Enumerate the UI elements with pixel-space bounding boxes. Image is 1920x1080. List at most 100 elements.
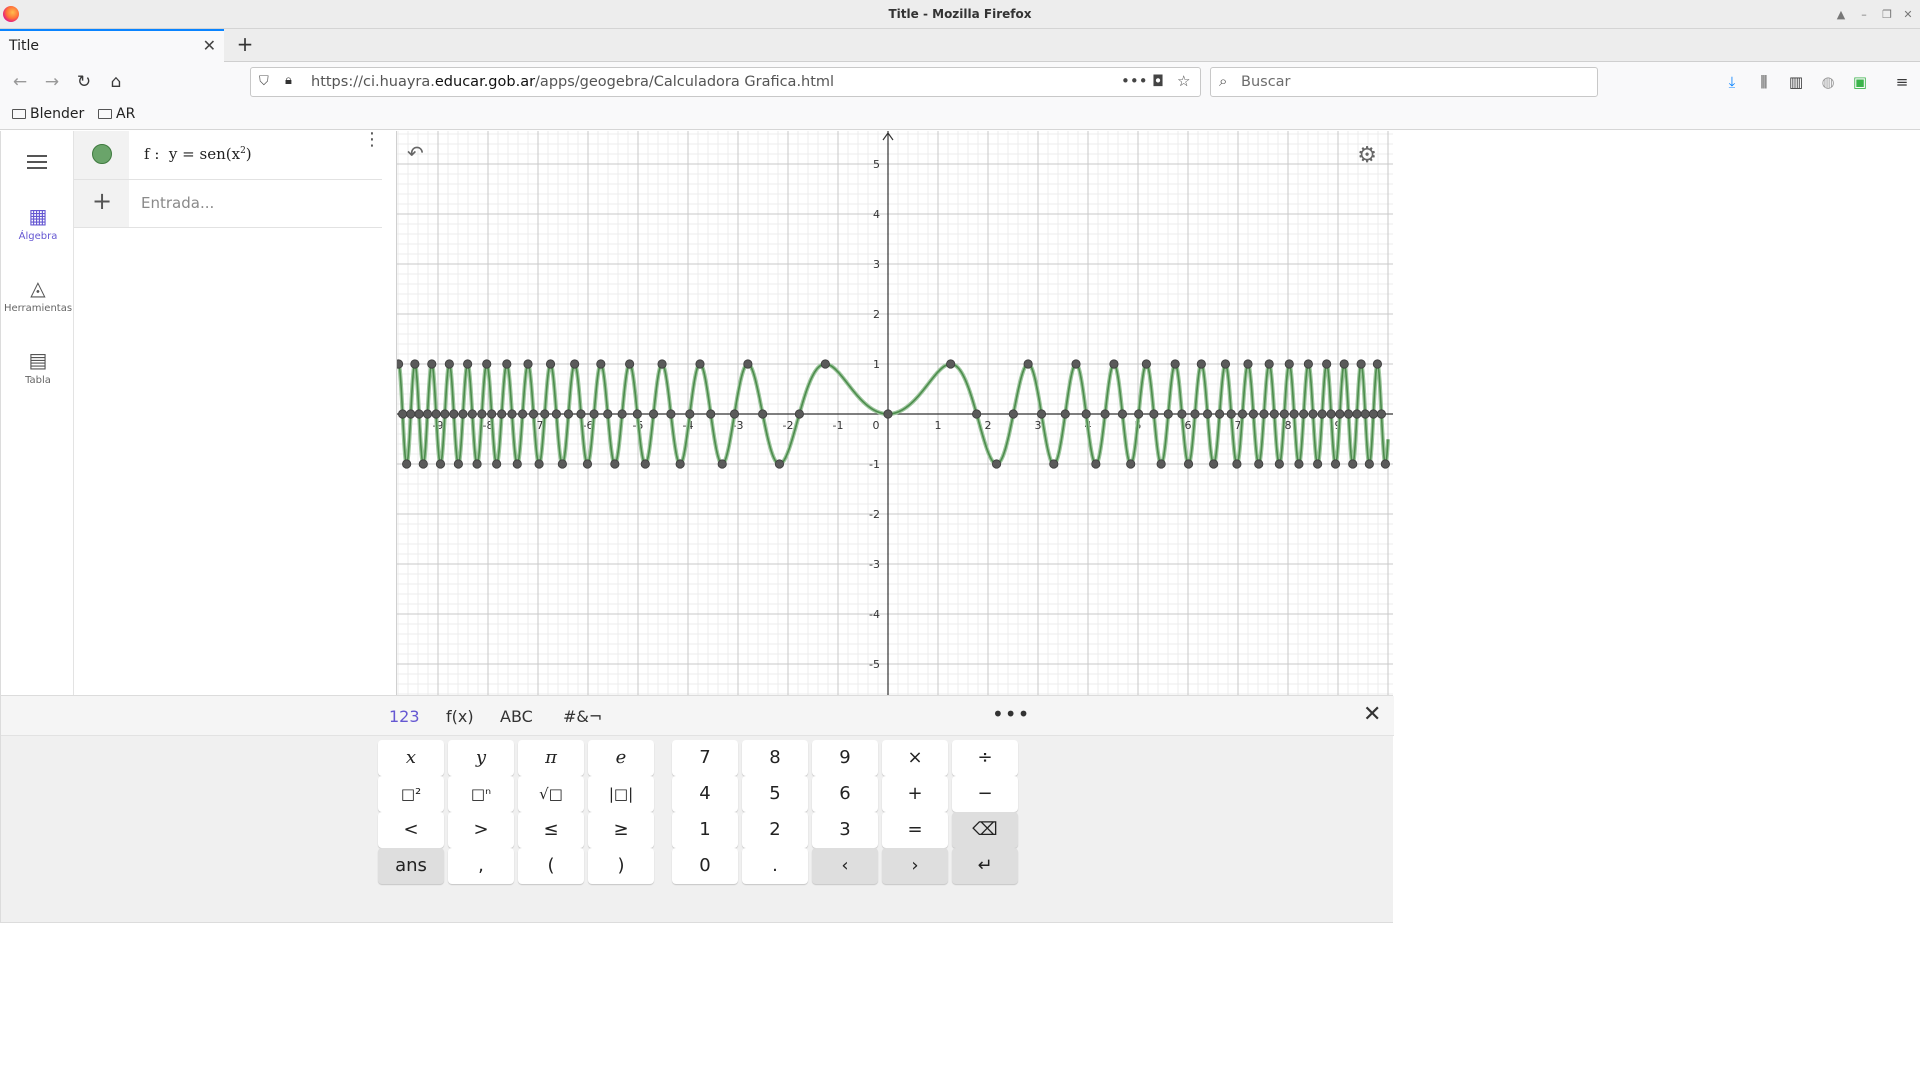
algebra-view: f : y = sen(x2) ⋮ + Entrada... [74, 131, 461, 695]
forward-button[interactable]: → [38, 68, 66, 96]
window-minimize-button[interactable]: – [1855, 6, 1873, 24]
tracking-shield-icon[interactable]: ⛉ [259, 74, 269, 89]
keyboard-tab-123[interactable]: 123 [389, 707, 420, 726]
home-button[interactable]: ⌂ [102, 68, 130, 96]
special-point [1303, 359, 1313, 369]
key-keyboard-right_rows-2-0[interactable]: 1 [672, 812, 738, 848]
sidebar-item-table[interactable]: ▤ Tabla [1, 348, 75, 386]
downloads-icon[interactable]: ⤓ [1720, 70, 1744, 94]
settings-gear-icon[interactable]: ⚙ [1357, 143, 1377, 168]
key-keyboard-left_rows-2-0[interactable]: < [378, 812, 444, 848]
x-tick-label: 3 [1035, 419, 1042, 432]
special-point [1170, 359, 1180, 369]
tab-close-icon[interactable]: ✕ [203, 36, 216, 55]
graphics-view[interactable]: -9 -8 -7 -6 -5 -4 -3 -2 -1 0 1 2 3 4 5 6 7 8 9 -5 -4 -3 -2 -1 1 2… [397, 131, 1393, 695]
key-keyboard-left_rows-2-3[interactable]: ≥ [588, 812, 654, 848]
key-keyboard-right_rows-3-2[interactable]: ‹ [812, 848, 878, 884]
item-menu-icon[interactable]: ⋮ [363, 131, 381, 149]
lock-icon[interactable]: 🔒︎ [285, 73, 292, 88]
main-menu-icon[interactable] [27, 155, 47, 173]
key-keyboard-right_rows-2-1[interactable]: 2 [742, 812, 808, 848]
key-keyboard-left_rows-1-0[interactable]: □² [378, 776, 444, 812]
key-keyboard-left_rows-1-3[interactable]: |□| [588, 776, 654, 812]
visibility-toggle-icon[interactable] [92, 144, 112, 164]
window-close-button[interactable]: ✕ [1899, 6, 1917, 24]
bookmark-ar[interactable]: AR [98, 106, 135, 122]
bookmark-blender[interactable]: Blender [12, 106, 84, 122]
key-keyboard-right_rows-1-1[interactable]: 5 [742, 776, 808, 812]
search-bar[interactable]: ⌕ Buscar [1210, 67, 1598, 97]
key-keyboard-left_rows-3-1[interactable]: , [448, 848, 514, 884]
key-keyboard-right_rows-1-0[interactable]: 4 [672, 776, 738, 812]
keyboard-tab-symbols[interactable]: #&¬ [563, 707, 602, 726]
sidebar-toggle-icon[interactable]: ▥ [1784, 70, 1808, 94]
key-keyboard-left_rows-0-0[interactable]: x [378, 740, 444, 776]
key-keyboard-left_rows-0-1[interactable]: y [448, 740, 514, 776]
bookmark-star-icon[interactable]: ☆ [1177, 72, 1190, 90]
key-keyboard-right_rows-1-4[interactable]: − [952, 776, 1018, 812]
key-keyboard-right_rows-3-3[interactable]: › [882, 848, 948, 884]
library-icon[interactable]: ⫼ [1752, 70, 1776, 94]
y-tick-label: -4 [869, 608, 880, 621]
keyboard-tab-functions[interactable]: f(x) [446, 707, 474, 726]
algebra-input[interactable]: Entrada... [141, 194, 214, 212]
new-tab-button[interactable]: + [232, 32, 258, 58]
back-button[interactable]: ← [6, 68, 34, 96]
input-marker: + [74, 180, 129, 227]
sidebar-item-algebra[interactable]: ▦ Álgebra [1, 204, 75, 242]
tab-title[interactable]: Title ✕ [0, 29, 224, 62]
url-bar[interactable]: ⛉ 🔒︎ https://ci.huayra.educar.gob.ar/app… [250, 67, 1201, 97]
extension-icon[interactable]: ▣ [1848, 70, 1872, 94]
key-keyboard-right_rows-2-3[interactable]: = [882, 812, 948, 848]
key-keyboard-right_rows-0-1[interactable]: 8 [742, 740, 808, 776]
algebra-item-f[interactable]: f : y = sen(x2) ⋮ [74, 131, 382, 180]
keyboard-close-icon[interactable]: ✕ [1363, 702, 1381, 727]
key-keyboard-right_rows-0-3[interactable]: × [882, 740, 948, 776]
page-actions-icon[interactable]: ••• [1121, 72, 1148, 90]
window-up-icon[interactable]: ▲ [1832, 6, 1850, 24]
undo-button[interactable]: ↶ [407, 141, 424, 165]
key-keyboard-left_rows-0-2[interactable]: π [518, 740, 584, 776]
key-keyboard-right_rows-2-4[interactable]: ⌫ [952, 812, 1018, 848]
algebra-input-row[interactable]: + Entrada... [74, 180, 382, 228]
key-keyboard-right_rows-3-1[interactable]: . [742, 848, 808, 884]
keyboard-tab-abc[interactable]: ABC [500, 707, 533, 726]
key-keyboard-right_rows-0-0[interactable]: 7 [672, 740, 738, 776]
special-point [946, 359, 956, 369]
function-definition[interactable]: f : y = sen(x2) [144, 145, 252, 163]
key-keyboard-left_rows-3-3[interactable]: ) [588, 848, 654, 884]
key-keyboard-left_rows-3-0[interactable]: ans [378, 848, 444, 884]
pocket-icon[interactable]: ◘ [1152, 72, 1164, 90]
key-keyboard-left_rows-2-2[interactable]: ≤ [518, 812, 584, 848]
key-keyboard-right_rows-1-2[interactable]: 6 [812, 776, 878, 812]
account-icon[interactable]: ◍ [1816, 70, 1840, 94]
add-icon[interactable]: + [92, 187, 112, 215]
url-text[interactable]: https://ci.huayra.educar.gob.ar/apps/geo… [311, 74, 834, 90]
key-keyboard-left_rows-2-1[interactable]: > [448, 812, 514, 848]
special-point [1091, 459, 1101, 469]
key-keyboard-right_rows-0-4[interactable]: ÷ [952, 740, 1018, 776]
key-keyboard-left_rows-0-3[interactable]: e [588, 740, 654, 776]
folder-icon [98, 109, 112, 119]
menu-icon[interactable]: ≡ [1890, 70, 1914, 94]
key-keyboard-right_rows-2-2[interactable]: 3 [812, 812, 878, 848]
key-keyboard-right_rows-0-2[interactable]: 9 [812, 740, 878, 776]
special-point [1243, 359, 1253, 369]
window-maximize-button[interactable]: ❐ [1878, 6, 1896, 24]
function-plot[interactable]: -9 -8 -7 -6 -5 -4 -3 -2 -1 0 1 2 3 4 5 6 7 8 9-5-4-3-2-112… [397, 131, 1393, 695]
y-tick-label: -2 [869, 508, 880, 521]
key-keyboard-right_rows-3-0[interactable]: 0 [672, 848, 738, 884]
y-tick-label: 3 [873, 258, 880, 271]
key-keyboard-right_rows-1-3[interactable]: + [882, 776, 948, 812]
reload-button[interactable]: ↻ [70, 68, 98, 96]
key-keyboard-left_rows-1-2[interactable]: √□ [518, 776, 584, 812]
special-point [1343, 409, 1354, 419]
sidebar-item-tools[interactable]: ◬ Herramientas [1, 276, 75, 314]
key-keyboard-right_rows-3-4[interactable]: ↵ [952, 848, 1018, 884]
special-point [1141, 359, 1151, 369]
special-point [1313, 459, 1323, 469]
keyboard-more-icon[interactable]: ••• [992, 702, 1030, 726]
key-keyboard-left_rows-1-1[interactable]: □ⁿ [448, 776, 514, 812]
key-keyboard-left_rows-3-2[interactable]: ( [518, 848, 584, 884]
y-tick-label: -5 [869, 658, 880, 671]
